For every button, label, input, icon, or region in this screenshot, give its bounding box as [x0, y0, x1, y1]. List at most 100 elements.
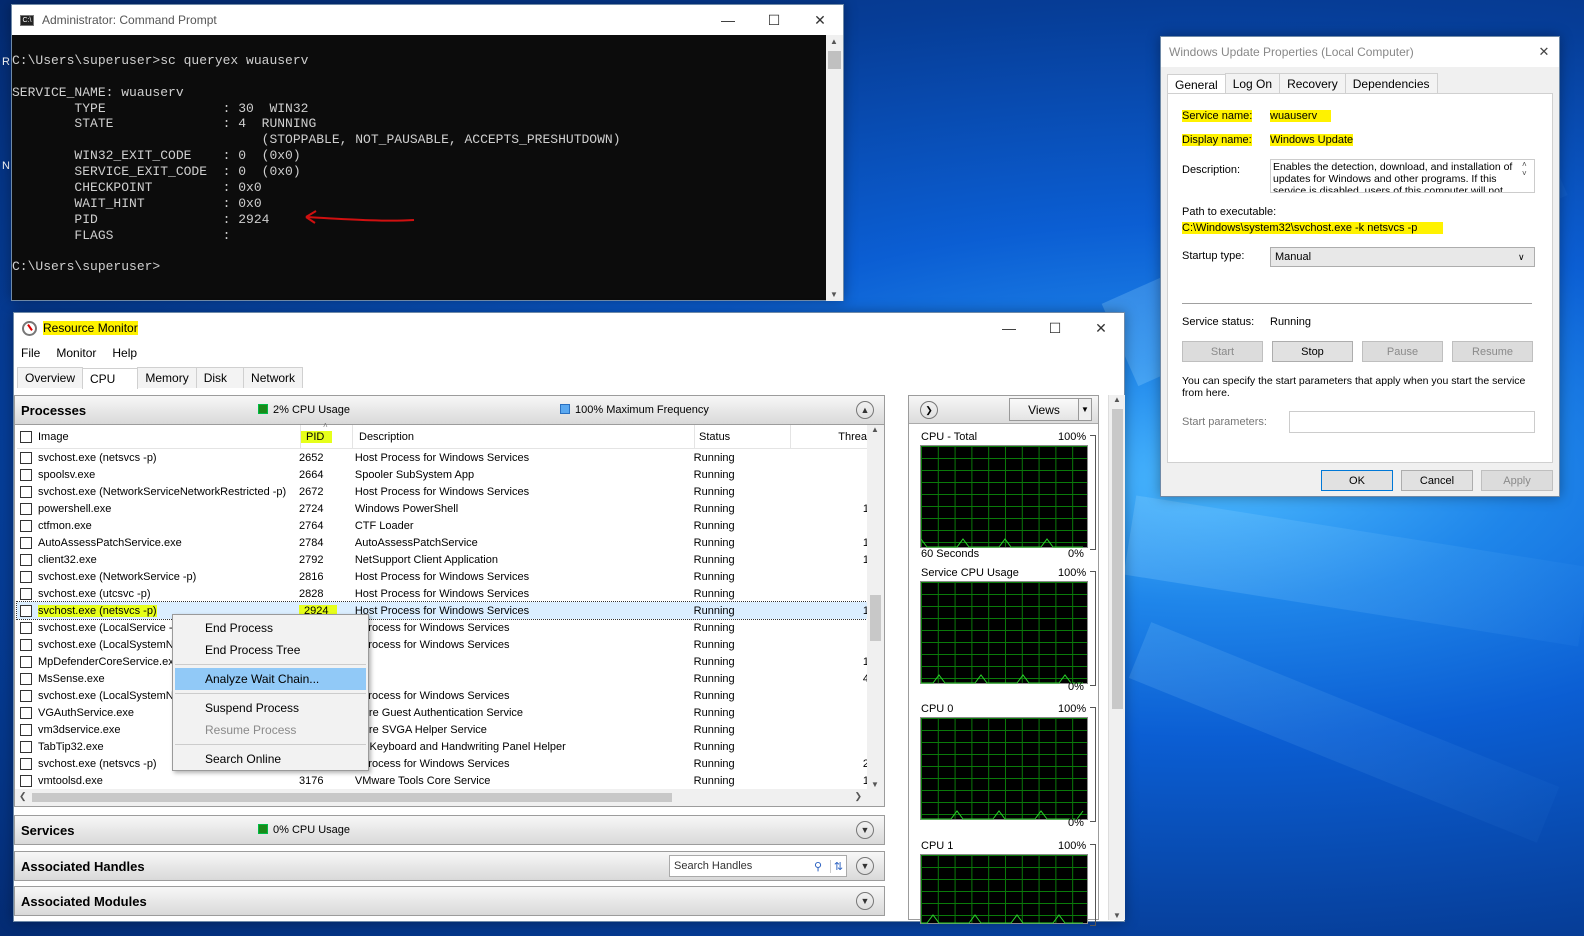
processes-vscroll[interactable]: ▲ ▼: [867, 425, 884, 789]
processes-table[interactable]: Image ˄ PID Description Status Threa svch…: [14, 421, 885, 807]
maximize-button[interactable]: ☐: [751, 5, 797, 35]
table-row[interactable]: vmtoolsd.exe 3176 VMware Tools Core Servic…: [17, 772, 869, 789]
row-checkbox[interactable]: [20, 519, 32, 532]
search-handles-input[interactable]: Search Handles ⚲ ⇅: [669, 855, 847, 877]
row-checkbox[interactable]: [20, 774, 32, 787]
search-icon[interactable]: ⚲: [814, 860, 830, 873]
pause-button[interactable]: Pause: [1362, 341, 1443, 362]
tab-log-on[interactable]: Log On: [1224, 73, 1281, 94]
table-row[interactable]: svchost.exe (LocalSystemNe t Process for …: [17, 636, 869, 653]
chevron-up-icon[interactable]: ▲: [856, 401, 874, 419]
command-prompt-window[interactable]: C:\ Administrator: Command Prompt — ☐ ✕ …: [11, 4, 844, 301]
col-threads[interactable]: Threa: [790, 424, 869, 449]
minimize-button[interactable]: —: [705, 5, 751, 35]
tab-disk[interactable]: Disk: [195, 367, 245, 388]
tab-cpu[interactable]: CPU: [82, 368, 139, 389]
modules-section-header[interactable]: Associated Modules ▼: [14, 886, 885, 916]
expand-pane-icon[interactable]: ❯: [920, 401, 938, 419]
desktop-icon-label[interactable]: R: [2, 56, 10, 68]
console-output[interactable]: C:\Users\superuser>sc queryex wuauserv SE…: [12, 37, 824, 299]
start-button[interactable]: Start: [1182, 341, 1263, 362]
resume-button[interactable]: Resume: [1452, 341, 1533, 362]
select-all-checkbox[interactable]: [20, 430, 32, 443]
path-value[interactable]: C:\Windows\system32\svchost.exe -k netsv…: [1182, 222, 1444, 234]
chevron-down-icon[interactable]: ▼: [856, 892, 874, 910]
description-scroll[interactable]: ˄ ˅: [1518, 160, 1535, 192]
menu-search-online[interactable]: Search Online: [173, 748, 368, 770]
row-checkbox[interactable]: [20, 468, 32, 481]
row-checkbox[interactable]: [20, 672, 32, 685]
ok-button[interactable]: OK: [1321, 470, 1393, 491]
row-checkbox[interactable]: [20, 553, 32, 566]
context-menu[interactable]: End Process End Process Tree Analyze Wai…: [172, 614, 369, 771]
graph-scrollbar[interactable]: ▲ ▼: [1108, 395, 1125, 920]
row-checkbox[interactable]: [20, 757, 32, 770]
services-section-header[interactable]: Services 0% CPU Usage ▼: [14, 815, 885, 845]
handles-section-header[interactable]: Associated Handles Search Handles ⚲ ⇅ ▼: [14, 851, 885, 881]
minimize-button[interactable]: —: [986, 313, 1032, 343]
table-row[interactable]: svchost.exe (LocalService -p t Process fo…: [17, 619, 869, 636]
menu-file[interactable]: File: [21, 346, 40, 360]
table-row[interactable]: MpDefenderCoreService.ex Running 1: [17, 653, 869, 670]
table-row[interactable]: svchost.exe (netsvcs -p) 2652 Host Process…: [17, 449, 869, 466]
startup-type-select[interactable]: Manual ∨: [1270, 247, 1535, 267]
tab-general[interactable]: General: [1167, 74, 1226, 95]
row-checkbox[interactable]: [20, 587, 32, 600]
table-row[interactable]: VGAuthService.exe ware Guest Authenticati…: [17, 704, 869, 721]
refresh-icon[interactable]: ⇅: [830, 859, 846, 873]
menu-suspend-process[interactable]: Suspend Process: [173, 697, 368, 719]
stop-button[interactable]: Stop: [1272, 341, 1353, 362]
menu-help[interactable]: Help: [112, 346, 137, 360]
col-status[interactable]: Status: [694, 424, 790, 449]
row-checkbox[interactable]: [20, 485, 32, 498]
menu-end-process[interactable]: End Process: [173, 617, 368, 639]
table-row[interactable]: svchost.exe (NetworkService -p) 2816 Host …: [17, 568, 869, 585]
table-row[interactable]: TabTip32.exe ch Keyboard and Handwriting …: [17, 738, 869, 755]
table-row[interactable]: vm3dservice.exe ware SVGA Helper Service R…: [17, 721, 869, 738]
table-row[interactable]: svchost.exe (utcsvc -p) 2828 Host Process …: [17, 585, 869, 602]
col-image[interactable]: Image: [38, 431, 300, 443]
tab-network[interactable]: Network: [243, 367, 304, 388]
chevron-down-icon[interactable]: ▼: [856, 857, 874, 875]
views-button[interactable]: Views: [1009, 398, 1079, 421]
row-checkbox[interactable]: [20, 723, 32, 736]
table-row[interactable]: ctfmon.exe 2764 CTF Loader Running: [17, 517, 869, 534]
table-row[interactable]: MsSense.exe Running 4: [17, 670, 869, 687]
table-row[interactable]: svchost.exe (NetworkServiceNetworkRestri…: [17, 483, 869, 500]
row-checkbox[interactable]: [20, 706, 32, 719]
display-name-value[interactable]: Windows Update: [1270, 134, 1354, 146]
table-row[interactable]: client32.exe 2792 NetSupport Client Applic…: [17, 551, 869, 568]
properties-titlebar[interactable]: Windows Update Properties (Local Compute…: [1161, 37, 1559, 67]
row-checkbox[interactable]: [20, 621, 32, 634]
processes-hscroll[interactable]: ❮ ❯: [15, 789, 884, 806]
table-row[interactable]: spoolsv.exe 2664 Spooler SubSystem App Runn…: [17, 466, 869, 483]
table-row[interactable]: svchost.exe (netsvcs -p) t Process for Wi…: [17, 755, 869, 772]
cmd-titlebar[interactable]: C:\ Administrator: Command Prompt — ☐ ✕: [12, 5, 843, 35]
close-button[interactable]: ✕: [797, 5, 843, 35]
tab-overview[interactable]: Overview: [17, 367, 84, 388]
cancel-button[interactable]: Cancel: [1401, 470, 1473, 491]
desktop-icon-label[interactable]: N: [2, 160, 10, 172]
cmd-scrollbar[interactable]: ▲ ▼: [826, 35, 843, 301]
menu-end-process-tree[interactable]: End Process Tree: [173, 639, 368, 661]
close-button[interactable]: ✕: [1078, 313, 1124, 343]
table-row[interactable]: powershell.exe 2724 Windows PowerShell Runn…: [17, 500, 869, 517]
table-row[interactable]: svchost.exe (LocalSystemNe t Process for …: [17, 687, 869, 704]
row-checkbox[interactable]: [20, 570, 32, 583]
row-checkbox[interactable]: [20, 689, 32, 702]
col-pid[interactable]: ˄ PID: [300, 421, 352, 449]
row-checkbox[interactable]: [20, 740, 32, 753]
tab-dependencies[interactable]: Dependencies: [1344, 73, 1438, 94]
processes-section-header[interactable]: Processes 2% CPU Usage 100% Maximum Freq…: [14, 395, 885, 425]
tab-memory[interactable]: Memory: [137, 367, 197, 388]
close-button[interactable]: ✕: [1529, 44, 1559, 60]
description-textbox[interactable]: Enables the detection, download, and ins…: [1270, 159, 1535, 193]
row-checkbox[interactable]: [20, 536, 32, 549]
col-description[interactable]: Description: [352, 424, 694, 449]
menu-monitor[interactable]: Monitor: [56, 346, 96, 360]
chevron-down-icon[interactable]: ▼: [856, 821, 874, 839]
row-checkbox[interactable]: [20, 638, 32, 651]
menu-analyze-wait-chain[interactable]: Analyze Wait Chain...: [175, 668, 366, 690]
views-dropdown-icon[interactable]: ▼: [1078, 398, 1092, 421]
row-checkbox[interactable]: [20, 655, 32, 668]
